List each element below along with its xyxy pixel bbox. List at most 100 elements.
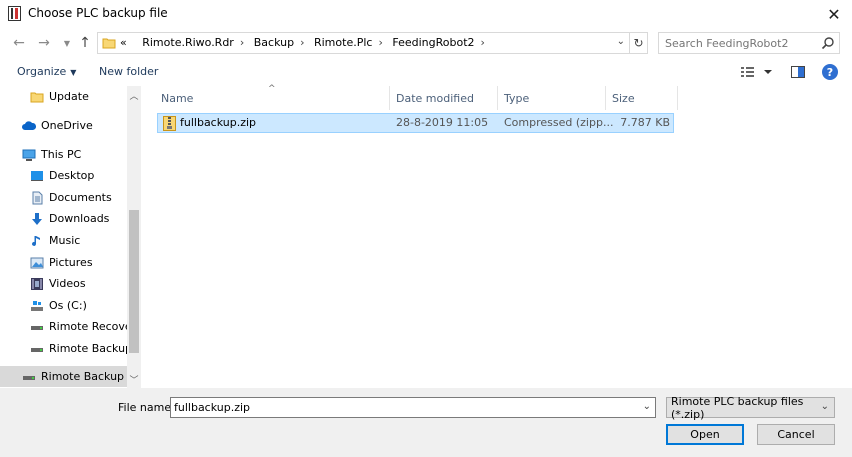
system-drive-icon: [31, 300, 43, 311]
column-label: Type: [504, 91, 530, 105]
scrollbar-thumb[interactable]: [129, 210, 139, 353]
drive-icon: [31, 347, 43, 352]
column-header-name[interactable]: Name: [155, 86, 390, 110]
folder-icon: [102, 38, 116, 49]
breadcrumb: « Rimote.Riwo.Rdr › Backup › Rimote.Plc › F…: [120, 36, 491, 49]
navigation-bar: ← → ▼ ↑ « Rimote.Riwo.Rdr › Backup › Rimot…: [0, 28, 852, 58]
address-bar[interactable]: « Rimote.Riwo.Rdr › Backup › Rimote.Plc › F…: [97, 32, 630, 54]
videos-icon: [31, 277, 43, 290]
file-name-combobox[interactable]: ⌄: [170, 397, 656, 418]
sidebar-item-label: Rimote Backup &: [49, 342, 127, 355]
file-name-input[interactable]: [171, 398, 631, 417]
sidebar-item-pictures[interactable]: Pictures: [0, 252, 127, 273]
column-header-size[interactable]: Size: [606, 86, 678, 110]
refresh-icon: ↻: [633, 36, 644, 50]
drive-icon: [31, 325, 43, 330]
desktop-icon: [31, 170, 43, 181]
sidebar-item-label: Desktop: [49, 169, 95, 182]
arrow-right-icon: →: [38, 35, 50, 51]
cancel-button[interactable]: Cancel: [757, 424, 835, 445]
sidebar-item-rimote-recovery[interactable]: Rimote Recovery: [0, 316, 127, 337]
drive-icon: [23, 375, 35, 380]
chevron-right-icon[interactable]: ›: [240, 36, 244, 49]
computer-icon: [22, 149, 36, 161]
file-name-label: File name:: [118, 401, 175, 414]
chevron-down-icon: ▼: [63, 38, 71, 48]
file-row[interactable]: fullbackup.zip 28-8-2019 11:05 Compresse…: [157, 113, 674, 133]
chevron-right-icon[interactable]: ›: [378, 36, 382, 49]
sidebar-item-update[interactable]: Update: [0, 86, 127, 107]
sidebar-item-os-c[interactable]: Os (C:): [0, 295, 127, 316]
documents-icon: [32, 191, 43, 204]
recent-locations-button[interactable]: ▼: [58, 34, 76, 52]
caret-down-icon: ▼: [70, 68, 77, 77]
music-icon: [32, 235, 40, 246]
sidebar-item-label: Rimote Backup &: [41, 370, 137, 383]
back-button[interactable]: ←: [10, 34, 28, 52]
preview-pane-icon[interactable]: [791, 66, 805, 78]
open-label: Open: [690, 428, 720, 441]
sidebar-item-music[interactable]: Music: [0, 230, 127, 251]
sidebar-item-onedrive[interactable]: OneDrive: [0, 115, 127, 136]
column-label: Size: [612, 91, 635, 105]
sidebar-item-rimote-backup[interactable]: Rimote Backup &: [0, 338, 127, 359]
sidebar-item-rimote-backup-network[interactable]: Rimote Backup &: [0, 366, 141, 387]
breadcrumb-item[interactable]: FeedingRobot2: [392, 36, 474, 49]
chevron-right-icon[interactable]: ›: [300, 36, 304, 49]
change-view-icon[interactable]: [740, 66, 774, 78]
column-label: Name: [161, 91, 194, 105]
sidebar-item-documents[interactable]: Documents: [0, 187, 127, 208]
sidebar-item-label: Os (C:): [49, 299, 87, 312]
sidebar-scrollbar[interactable]: ︿ ﹀: [127, 86, 141, 388]
pictures-icon: [30, 257, 44, 268]
arrow-up-icon: ↑: [79, 35, 91, 51]
chevron-right-icon[interactable]: ›: [481, 36, 485, 49]
breadcrumb-item[interactable]: Rimote.Plc: [314, 36, 372, 49]
sidebar-item-this-pc[interactable]: This PC: [0, 144, 127, 165]
folder-icon: [30, 92, 44, 102]
refresh-button[interactable]: ↻: [630, 32, 648, 54]
title-bar: Choose PLC backup file ✕: [0, 0, 852, 28]
sidebar-item-videos[interactable]: Videos: [0, 273, 127, 294]
chevron-down-icon[interactable]: ⌄: [643, 401, 651, 412]
sidebar-item-label: This PC: [41, 148, 82, 161]
sidebar-item-label: Downloads: [49, 212, 110, 225]
dialog-footer: File name: ⌄ Rimote PLC backup files (*.…: [0, 388, 852, 457]
column-label: Date modified: [396, 91, 474, 105]
search-box[interactable]: [658, 32, 840, 54]
open-button[interactable]: Open: [666, 424, 744, 445]
close-icon: ✕: [827, 4, 841, 24]
close-button[interactable]: ✕: [816, 0, 852, 28]
column-header-type[interactable]: Type: [498, 86, 606, 110]
sidebar-item-desktop[interactable]: Desktop: [0, 165, 127, 186]
sidebar-item-label: Update: [49, 90, 89, 103]
help-icon: ?: [826, 65, 834, 79]
command-bar: Organize ▼ New folder ?: [0, 58, 852, 86]
sidebar-item-label: OneDrive: [41, 119, 93, 132]
help-button[interactable]: ?: [822, 64, 838, 80]
file-type-filter[interactable]: Rimote PLC backup files (*.zip) ⌄: [666, 395, 835, 421]
breadcrumb-item[interactable]: Backup: [254, 36, 294, 49]
file-list: ^ Name Date modified Type Size fullbacku…: [141, 84, 852, 388]
sidebar-item-downloads[interactable]: Downloads: [0, 208, 127, 229]
search-icon: [821, 37, 834, 50]
sidebar-item-label: Videos: [49, 277, 86, 290]
breadcrumb-overflow[interactable]: «: [120, 36, 127, 49]
scroll-down-icon[interactable]: ﹀: [127, 372, 141, 386]
forward-button[interactable]: →: [35, 34, 53, 52]
organize-button[interactable]: Organize ▼: [17, 65, 76, 78]
file-size: 7.787 KB: [620, 116, 670, 129]
chevron-down-icon[interactable]: ⌄: [617, 36, 625, 47]
new-folder-button[interactable]: New folder: [99, 65, 158, 78]
chevron-down-icon: ⌄: [820, 401, 829, 412]
sidebar-item-label: Rimote Recovery: [49, 320, 127, 333]
search-input[interactable]: [659, 33, 819, 53]
breadcrumb-item[interactable]: Rimote.Riwo.Rdr: [142, 36, 234, 49]
column-header-date[interactable]: Date modified: [390, 86, 498, 110]
cloud-icon: [22, 120, 36, 130]
scroll-up-icon[interactable]: ︿: [127, 88, 141, 102]
new-folder-label: New folder: [99, 65, 159, 78]
sidebar-item-label: Music: [49, 234, 81, 247]
up-button[interactable]: ↑: [76, 34, 94, 52]
sidebar-item-label: Pictures: [49, 256, 93, 269]
